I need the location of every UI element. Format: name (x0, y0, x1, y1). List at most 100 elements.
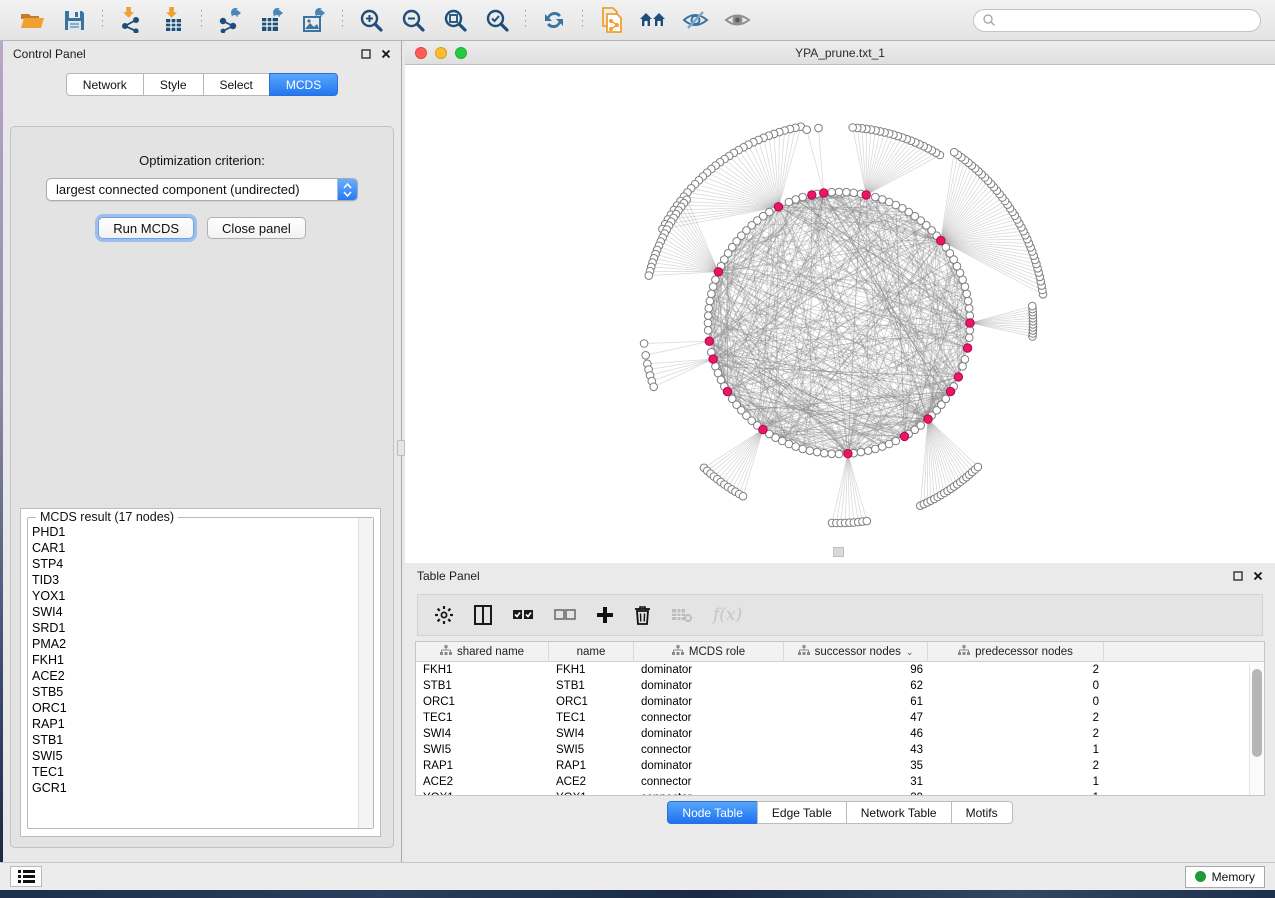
tab-mcds[interactable]: MCDS (269, 73, 338, 96)
column-label: successor nodes (815, 646, 901, 658)
status-bar: Memory (0, 862, 1275, 890)
cytoscape-app: Control Panel NetworkStyleSelectMCDS Opt… (0, 0, 1275, 898)
mcds-result-item[interactable]: PHD1 (29, 524, 358, 540)
float-panel-icon[interactable] (360, 49, 371, 60)
tab-edge-table[interactable]: Edge Table (757, 801, 846, 824)
table-row[interactable]: TEC1TEC1connector472 (416, 710, 1264, 726)
tab-motifs[interactable]: Motifs (951, 801, 1013, 824)
network-canvas[interactable] (405, 65, 1275, 563)
chevron-up-down-icon (337, 178, 357, 201)
table-cell: 2 (928, 710, 1104, 726)
table-cell: SWI4 (416, 726, 549, 742)
mcds-result-item[interactable]: GCR1 (29, 780, 358, 796)
toggle-columns-icon[interactable] (474, 605, 492, 625)
table-cell: STB1 (416, 678, 549, 694)
tab-network-table[interactable]: Network Table (846, 801, 951, 824)
mcds-result-item[interactable]: SWI4 (29, 604, 358, 620)
column-header-name[interactable]: name (549, 642, 634, 662)
zoom-fit-icon[interactable] (441, 6, 469, 34)
search-input[interactable] (973, 9, 1261, 32)
close-panel-button[interactable]: Close panel (207, 217, 306, 239)
mcds-result-item[interactable]: ORC1 (29, 700, 358, 716)
export-image-icon[interactable] (300, 6, 328, 34)
mcds-result-item[interactable]: CAR1 (29, 540, 358, 556)
add-row-icon[interactable] (596, 606, 614, 624)
mcds-result-item[interactable]: FKH1 (29, 652, 358, 668)
tab-select[interactable]: Select (203, 73, 269, 96)
table-row[interactable]: ORC1ORC1dominator610 (416, 694, 1264, 710)
table-row[interactable]: SWI5SWI5connector431 (416, 742, 1264, 758)
zoom-selected-icon[interactable] (483, 6, 511, 34)
mcds-result-item[interactable]: STP4 (29, 556, 358, 572)
refresh-view-icon[interactable] (540, 6, 568, 34)
mcds-list-scrollbar[interactable] (358, 518, 373, 828)
table-row[interactable]: STB1STB1dominator620 (416, 678, 1264, 694)
eye-icon[interactable] (723, 6, 751, 34)
table-cell: RAP1 (416, 758, 549, 774)
export-network-icon[interactable] (216, 6, 244, 34)
mcds-result-item[interactable]: YOX1 (29, 588, 358, 604)
import-network-icon[interactable] (117, 6, 145, 34)
table-cell: ORC1 (416, 694, 549, 710)
column-header-MCDS-role[interactable]: MCDS role (634, 642, 784, 662)
tab-network[interactable]: Network (66, 73, 143, 96)
export-table-icon[interactable] (258, 6, 286, 34)
mcds-result-item[interactable]: TID3 (29, 572, 358, 588)
table-row[interactable]: ACE2ACE2connector311 (416, 774, 1264, 790)
open-session-icon[interactable] (18, 6, 46, 34)
table-cell: connector (634, 742, 784, 758)
mcds-result-list[interactable]: PHD1CAR1STP4TID3YOX1SWI4SRD1PMA2FKH1ACE2… (29, 524, 358, 827)
delete-table-icon (671, 607, 693, 623)
close-table-panel-icon[interactable] (1252, 570, 1263, 581)
eye-slash-icon[interactable] (681, 6, 709, 34)
column-header-shared-name[interactable]: shared name (416, 642, 549, 662)
mcds-result-item[interactable]: STB5 (29, 684, 358, 700)
run-mcds-button[interactable]: Run MCDS (98, 217, 194, 239)
mcds-result-item[interactable]: TEC1 (29, 764, 358, 780)
horizontal-splitter-handle[interactable] (833, 547, 844, 557)
column-header-successor-nodes[interactable]: successor nodes ⌄ (784, 642, 928, 662)
table-cell: dominator (634, 694, 784, 710)
mcds-result-item[interactable]: STB1 (29, 732, 358, 748)
table-settings-icon[interactable] (434, 605, 454, 625)
clone-network-icon[interactable] (597, 6, 625, 34)
mcds-result-item[interactable]: SRD1 (29, 620, 358, 636)
zoom-in-icon[interactable] (357, 6, 385, 34)
chevron-down-icon: ⌄ (906, 647, 914, 658)
vertical-splitter-handle[interactable] (397, 440, 405, 456)
table-row[interactable]: YOX1YOX1connector291 (416, 790, 1264, 796)
save-session-icon[interactable] (60, 6, 88, 34)
table-scrollbar[interactable] (1249, 663, 1264, 795)
import-table-icon[interactable] (159, 6, 187, 34)
column-header-predecessor-nodes[interactable]: predecessor nodes (928, 642, 1104, 662)
list-icon (18, 870, 35, 883)
close-panel-icon[interactable] (380, 49, 391, 60)
optimization-criterion-select[interactable]: largest connected component (undirected) (46, 178, 358, 201)
table-row[interactable]: SWI4SWI4dominator462 (416, 726, 1264, 742)
table-cell: 96 (784, 662, 928, 678)
table-cell: TEC1 (416, 710, 549, 726)
table-header-row: shared namenameMCDS role successor nodes ⌄… (416, 642, 1264, 662)
task-history-button[interactable] (10, 866, 42, 887)
table-cell: YOX1 (416, 790, 549, 796)
network-views-icon[interactable] (639, 6, 667, 34)
tab-style[interactable]: Style (143, 73, 203, 96)
network-graph[interactable] (405, 65, 1275, 563)
zoom-out-icon[interactable] (399, 6, 427, 34)
table-cell: STB1 (549, 678, 634, 694)
table-scrollbar-thumb[interactable] (1252, 669, 1262, 757)
memory-button[interactable]: Memory (1185, 866, 1265, 888)
delete-row-icon[interactable] (634, 605, 651, 625)
table-cell: dominator (634, 678, 784, 694)
mcds-result-item[interactable]: RAP1 (29, 716, 358, 732)
table-row[interactable]: RAP1RAP1dominator352 (416, 758, 1264, 774)
select-all-icon[interactable] (512, 608, 534, 622)
main-toolbar (0, 0, 1275, 41)
mcds-result-item[interactable]: SWI5 (29, 748, 358, 764)
deselect-all-icon[interactable] (554, 608, 576, 622)
mcds-result-item[interactable]: ACE2 (29, 668, 358, 684)
table-row[interactable]: FKH1FKH1dominator962 (416, 662, 1264, 678)
float-table-panel-icon[interactable] (1232, 570, 1243, 581)
tab-node-table[interactable]: Node Table (667, 801, 757, 824)
mcds-result-item[interactable]: PMA2 (29, 636, 358, 652)
